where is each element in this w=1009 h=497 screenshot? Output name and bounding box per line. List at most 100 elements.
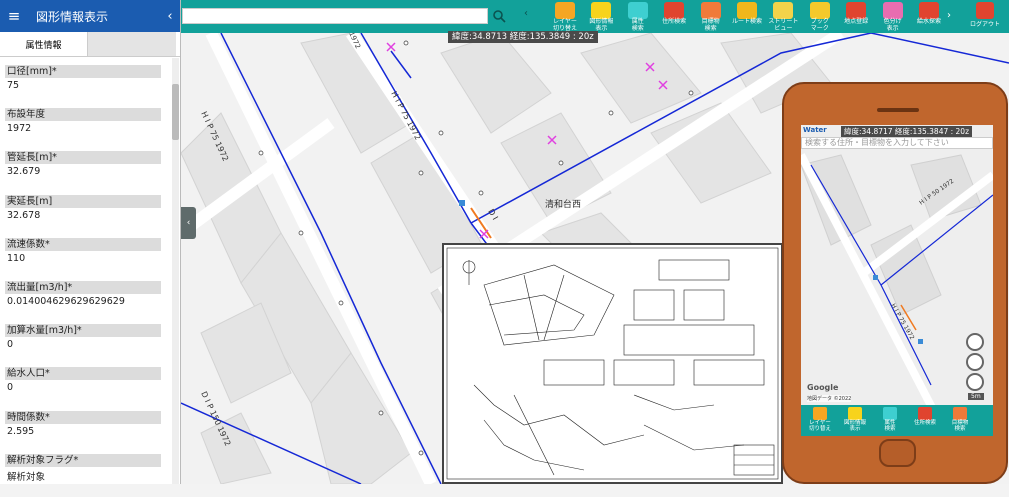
attribute-label: 口径[mm]*	[5, 65, 161, 78]
attribute-value: 32.678	[7, 209, 41, 221]
toolbar-button-street-view[interactable]: ストリート ビュー	[765, 0, 801, 33]
phone-app-logo: Water	[803, 126, 827, 134]
magnifier-icon	[627, 2, 648, 19]
phone-toolbar-button[interactable]: 属性 検索	[875, 405, 905, 436]
panel-scrollbar[interactable]	[172, 58, 179, 484]
toolbar-button-house[interactable]: 住所検索	[656, 0, 692, 33]
logout-button[interactable]: ログアウト	[961, 0, 1009, 33]
attribute-value: 解析対象	[7, 471, 46, 483]
town-label: 清和台西	[545, 200, 582, 210]
phone-tool-label: 住所検索	[913, 420, 936, 426]
phone-speaker	[877, 108, 919, 112]
collapse-panel-icon[interactable]: ‹	[160, 9, 180, 24]
attribute-item: 時間係数* 2.595	[5, 410, 161, 454]
attribute-value: 75	[7, 80, 20, 91]
attribute-label: 実延長[m]	[5, 194, 161, 208]
smartphone-preview: H I P 50 1972 H I P 75 1972 Water 緯度:34.…	[782, 82, 1008, 484]
street-view-icon	[773, 2, 794, 19]
scroll-thumb[interactable]	[172, 84, 179, 140]
phone-tool-icon	[953, 407, 967, 420]
toolbar-button-palette[interactable]: 色分け 表示	[875, 0, 911, 33]
toolbar-button-pin[interactable]: 地点登録	[838, 0, 874, 33]
attribute-item: 口径[mm]* 75	[5, 65, 161, 108]
phone-home-button[interactable]	[879, 439, 916, 467]
phone-toolbar: レイヤー 切り替え 図形情報 表示 属性 検索 住所検索 目標物 検索	[801, 405, 993, 436]
palette-icon	[882, 2, 903, 19]
logout-icon	[976, 2, 994, 19]
toolbar-button-layers[interactable]: レイヤー 切り替え	[547, 0, 583, 33]
phone-tool-icon	[848, 407, 862, 420]
map-coordinate-readout: 緯度:34.8713 経度:135.3849 : 20z	[448, 31, 598, 43]
toolbar-button-landmark[interactable]: 目標物 検索	[693, 0, 729, 33]
hamburger-menu-icon[interactable]: ≡	[0, 0, 28, 32]
attribute-panel: ≡ 図形情報表示 ‹ 属性情報 口径[mm]* 75 布設年度 1972 管延長[m…	[0, 0, 181, 484]
phone-search-input[interactable]: 検索する住所・目標物を入力して下さい	[801, 137, 993, 149]
toolbar-scroll-right-icon[interactable]: ›	[947, 10, 951, 21]
panel-toggle-chevron-icon[interactable]: ‹	[181, 207, 196, 239]
toolbar-button-label: 目標物 検索	[701, 18, 720, 32]
route-sign-icon	[737, 2, 757, 19]
attribute-value: 0	[7, 382, 14, 394]
attribute-value: 32.679	[7, 166, 41, 178]
phone-toolbar-button[interactable]: レイヤー 切り替え	[805, 405, 835, 436]
attribute-value: 1972	[7, 123, 32, 135]
toolbar-scroll-left-icon[interactable]: ‹	[524, 8, 528, 19]
landmark-icon	[700, 2, 721, 19]
toolbar-button-pipe[interactable]: 給水探索	[911, 0, 947, 33]
search-icon[interactable]	[492, 9, 506, 23]
phone-tool-icon	[813, 407, 827, 420]
phone-tool-icon	[883, 407, 897, 420]
phone-tool-icon	[918, 407, 932, 420]
drawing-svg	[446, 247, 779, 480]
toolbar-button-route-sign[interactable]: ルート検索	[729, 0, 765, 33]
attribute-label: 加算水量[m3/h]*	[5, 324, 161, 338]
phone-tool-label: レイヤー 切り替え	[808, 420, 831, 432]
engineering-drawing-image	[442, 243, 783, 484]
phone-navigate-control-icon[interactable]	[966, 373, 984, 391]
phone-tool-label: 図形情報 表示	[843, 420, 866, 432]
toolbar-button-label: ルート検索	[731, 18, 762, 25]
tab-attributes[interactable]: 属性情報	[0, 32, 88, 56]
search-input[interactable]	[182, 8, 488, 24]
attribute-value: 0	[7, 339, 14, 351]
phone-toolbar-button[interactable]: 図形情報 表示	[840, 405, 870, 436]
attribute-label: 管延長[m]*	[5, 151, 161, 165]
phone-google-logo: Google	[807, 383, 839, 392]
attribute-label: 布設年度	[5, 108, 161, 122]
attribute-value: 110	[7, 252, 26, 264]
attribute-label: 流速係数*	[5, 237, 161, 251]
attribute-item: 給水人口* 0	[5, 367, 161, 410]
phone-tool-label: 属性 検索	[884, 420, 896, 432]
tab-second[interactable]	[88, 32, 176, 56]
toolbar-button-label: ストリート ビュー	[768, 18, 799, 32]
attribute-item: 加算水量[m3/h]* 0	[5, 324, 161, 367]
attribute-item: 実延長[m] 32.678	[5, 194, 161, 238]
toolbar-button-label: 属性 検索	[631, 18, 644, 32]
logout-label: ログアウト	[969, 21, 1000, 28]
toolbar-button-label: 住所検索	[662, 18, 687, 25]
toolbar-button-label: 給水探索	[916, 18, 941, 25]
phone-location-control-icon[interactable]	[966, 333, 984, 351]
star-icon	[809, 2, 830, 19]
toolbar-button-note[interactable]: 図形情報 表示	[583, 0, 619, 33]
attribute-value: 0.014004629629629629	[7, 295, 125, 307]
attribute-item: 解析対象フラグ* 解析対象	[5, 453, 161, 497]
attribute-list: 口径[mm]* 75 布設年度 1972 管延長[m]* 32.679 実延長[m] …	[5, 65, 161, 497]
phone-toolbar-button[interactable]: 住所検索	[910, 405, 940, 436]
panel-tabs: 属性情報	[0, 32, 180, 57]
pipe-icon	[919, 2, 939, 19]
phone-screen: H I P 50 1972 H I P 75 1972 Water 緯度:34.…	[801, 125, 993, 436]
phone-map-copyright: 地図データ ©2022	[807, 395, 852, 402]
attribute-item: 流出量[m3/h]* 0.014004629629629629	[5, 280, 161, 324]
toolbar-button-star[interactable]: ブック マーク	[802, 0, 838, 33]
pin-icon	[846, 2, 867, 19]
toolbar-button-label: 地点登録	[844, 18, 869, 25]
pipe-label-4: D I	[486, 208, 499, 222]
toolbar-button-magnifier[interactable]: 属性 検索	[620, 0, 656, 33]
attribute-label: 解析対象フラグ*	[5, 453, 161, 467]
attribute-item: 布設年度 1972	[5, 108, 161, 151]
phone-compass-control-icon[interactable]	[966, 353, 984, 371]
phone-tool-label: 目標物 検索	[951, 420, 969, 432]
phone-toolbar-button[interactable]: 目標物 検索	[945, 405, 975, 436]
top-toolbar: ‹ レイヤー 切り替え 図形情報 表示 属性 検索 住所検索 目標物 検索 ルー…	[181, 0, 1009, 33]
